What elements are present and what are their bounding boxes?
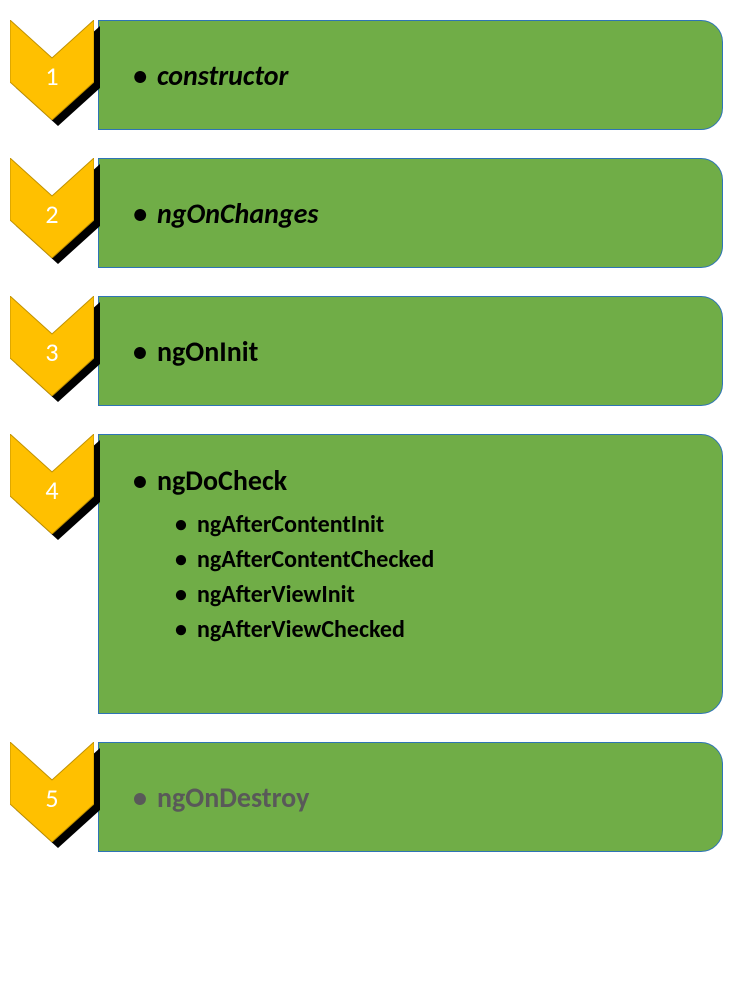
step-list: ngOnDestroy bbox=[133, 780, 694, 815]
step-row-2: 2 ngOnChanges bbox=[10, 158, 723, 268]
step-list: ngOnInit bbox=[133, 334, 694, 369]
step-label: ngOnChanges bbox=[133, 196, 694, 231]
step-label: ngOnDestroy bbox=[133, 780, 694, 815]
sub-step-label: ngAfterViewInit bbox=[175, 580, 694, 609]
step-content-5: ngOnDestroy bbox=[98, 742, 723, 852]
step-content-3: ngOnInit bbox=[98, 296, 723, 406]
sub-step-label: ngAfterViewChecked bbox=[175, 615, 694, 644]
step-number: 3 bbox=[10, 336, 94, 368]
step-label: ngOnInit bbox=[133, 334, 694, 369]
chevron-badge-5: 5 bbox=[10, 742, 100, 852]
step-list: ngOnChanges bbox=[133, 196, 694, 231]
step-content-4: ngDoCheck ngAfterContentInit ngAfterCont… bbox=[98, 434, 723, 714]
step-number: 5 bbox=[10, 782, 94, 814]
chevron-badge-3: 3 bbox=[10, 296, 100, 406]
step-row-5: 5 ngOnDestroy bbox=[10, 742, 723, 852]
step-list: ngDoCheck ngAfterContentInit ngAfterCont… bbox=[133, 463, 694, 650]
sub-step-label: ngAfterContentChecked bbox=[175, 545, 694, 574]
step-label: ngDoCheck ngAfterContentInit ngAfterCont… bbox=[133, 463, 694, 644]
step-list: constructor bbox=[133, 58, 694, 93]
chevron-badge-1: 1 bbox=[10, 20, 100, 130]
step-number: 1 bbox=[10, 60, 94, 92]
step-content-1: constructor bbox=[98, 20, 723, 130]
step-row-4: 4 ngDoCheck ngAfterContentInit ngAfterCo… bbox=[10, 434, 723, 714]
step-number: 4 bbox=[10, 474, 94, 506]
step-content-2: ngOnChanges bbox=[98, 158, 723, 268]
step-row-1: 1 constructor bbox=[10, 20, 723, 130]
step-sublist: ngAfterContentInit ngAfterContentChecked… bbox=[175, 510, 694, 644]
step-number: 2 bbox=[10, 198, 94, 230]
chevron-badge-2: 2 bbox=[10, 158, 100, 268]
sub-step-label: ngAfterContentInit bbox=[175, 510, 694, 539]
step-label-text: ngDoCheck bbox=[157, 463, 287, 498]
step-row-3: 3 ngOnInit bbox=[10, 296, 723, 406]
step-label: constructor bbox=[133, 58, 694, 93]
chevron-badge-4: 4 bbox=[10, 434, 100, 544]
